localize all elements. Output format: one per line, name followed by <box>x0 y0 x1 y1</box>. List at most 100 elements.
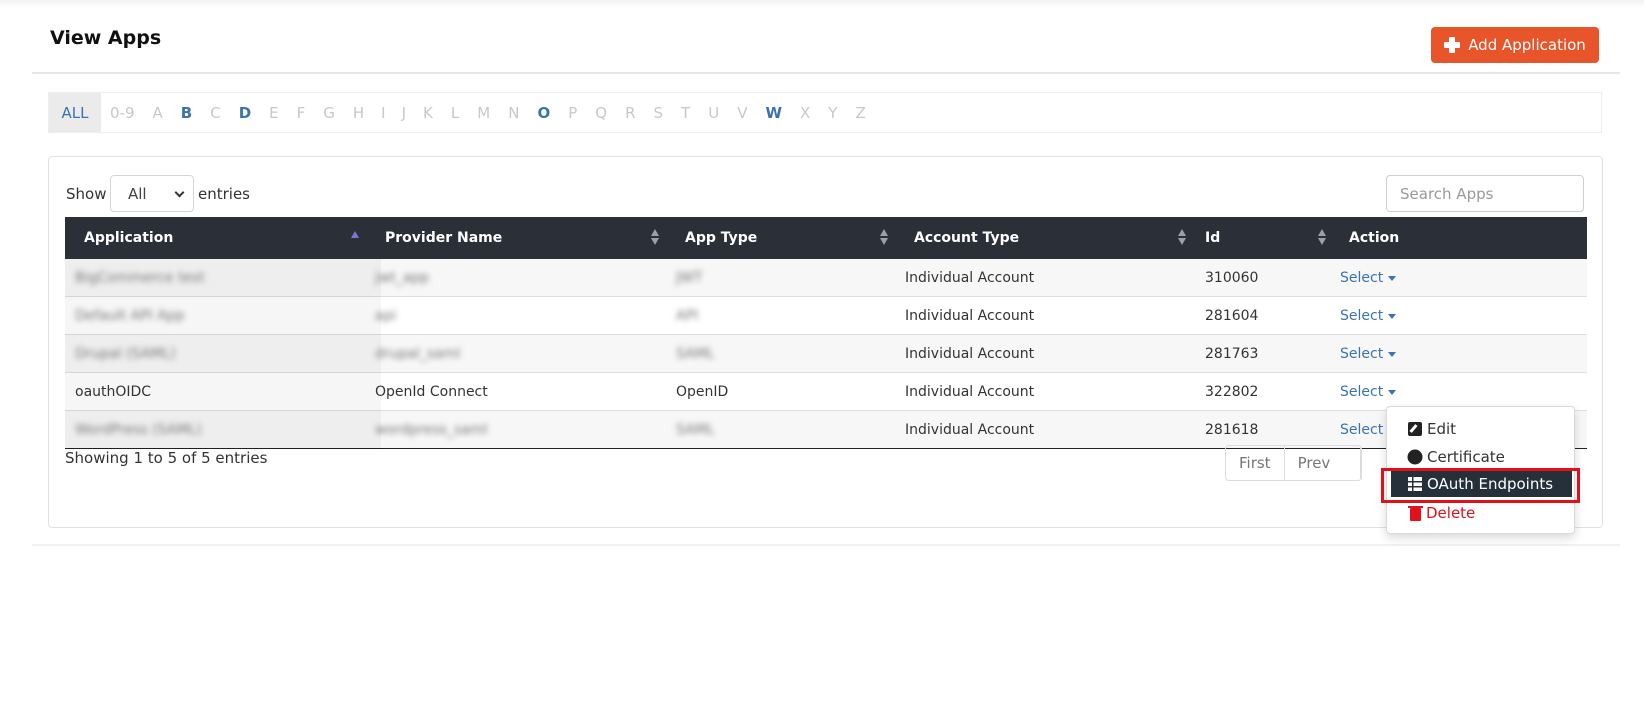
menu-item-oauth-endpoints[interactable]: OAuth Endpoints <box>1391 471 1572 497</box>
top-shadow <box>0 0 1644 8</box>
showing-entries-text: Showing 1 to 5 of 5 entries <box>65 449 268 467</box>
cell-id: 281618 <box>1205 411 1258 449</box>
select-label: Select <box>1340 270 1384 286</box>
alphabet-filter-k[interactable]: K <box>414 93 442 132</box>
caret-down-icon <box>1388 313 1397 319</box>
cell-account-type: Individual Account <box>905 335 1034 373</box>
table-row: Default API App api API Individual Account 2… <box>65 297 1587 335</box>
table-row: oauthOIDC OpenId Connect OpenID Individual … <box>65 373 1587 411</box>
alphabet-filter-q[interactable]: Q <box>586 93 616 132</box>
cell-app-type-text: JWT <box>676 270 703 286</box>
select-label: Select <box>1340 346 1384 362</box>
alphabet-filter-all[interactable]: ALL <box>49 93 101 132</box>
show-label: Show <box>66 185 107 203</box>
alphabet-filter-u[interactable]: U <box>699 93 728 132</box>
cell-application: Default API App <box>75 297 185 335</box>
alphabet-filter-p[interactable]: P <box>559 93 586 132</box>
select-action-dropdown[interactable]: Select <box>1340 384 1397 400</box>
select-label: Select <box>1340 384 1384 400</box>
alphabet-filter-g[interactable]: G <box>314 93 344 132</box>
alphabet-filter-i[interactable]: I <box>373 93 393 132</box>
alphabet-filter-d[interactable]: D <box>230 93 260 132</box>
alphabet-filter-z[interactable]: Z <box>846 93 874 132</box>
pager-first-button[interactable]: First <box>1226 446 1285 480</box>
sort-icon[interactable] <box>1318 229 1326 247</box>
table-icon <box>1408 477 1422 491</box>
column-header-provider-name[interactable]: Provider Name <box>385 217 502 259</box>
alphabet-filter-f[interactable]: F <box>288 93 315 132</box>
cell-id-text: 281604 <box>1205 308 1259 324</box>
alphabet-filter-n[interactable]: N <box>499 93 528 132</box>
divider <box>32 544 1620 546</box>
cell-app-type: SAML <box>676 335 715 373</box>
cell-application: BigCommerce test <box>75 259 205 297</box>
cell-application-text: WordPress (SAML) <box>75 422 202 438</box>
select-label: Select <box>1340 308 1384 324</box>
cell-id: 281604 <box>1205 297 1258 335</box>
page-title: View Apps <box>50 27 162 49</box>
action-dropdown-menu: Edit Certificate OAuth Endpoints Delete <box>1386 406 1575 534</box>
column-header-id[interactable]: Id <box>1205 217 1220 259</box>
alphabet-filter-j[interactable]: J <box>394 93 414 132</box>
cell-app-type: JWT <box>676 259 703 297</box>
caret-down-icon <box>1388 389 1397 395</box>
alphabet-filter-b[interactable]: B <box>172 93 201 132</box>
alphabet-filter-w[interactable]: W <box>756 93 791 132</box>
cell-id: 310060 <box>1205 259 1258 297</box>
select-action-dropdown[interactable]: Select <box>1340 346 1397 362</box>
alphabet-filter-l[interactable]: L <box>442 93 468 132</box>
add-application-button[interactable]: Add Application <box>1431 27 1599 63</box>
sort-ascending-icon[interactable] <box>351 229 359 247</box>
sort-icon[interactable] <box>651 229 659 247</box>
cell-account-type-text: Individual Account <box>905 422 1035 438</box>
alphabet-filter-x[interactable]: X <box>791 93 819 132</box>
cell-application-text: oauthOIDC <box>75 384 152 400</box>
alphabet-filter-e[interactable]: E <box>260 93 287 132</box>
menu-item-delete[interactable]: Delete <box>1387 499 1574 527</box>
cell-account-type-text: Individual Account <box>905 270 1035 286</box>
table-row: WordPress (SAML) wordpress_saml SAML Indivi… <box>65 411 1587 449</box>
cell-application-text: Drupal (SAML) <box>75 346 176 362</box>
table-body: BigCommerce test jwt_app JWT Individual Acc… <box>65 259 1587 449</box>
pagination: First Prev <box>1225 445 1363 481</box>
alphabet-filter-0-9[interactable]: 0-9 <box>101 93 144 132</box>
cell-action: Select <box>1340 297 1397 335</box>
pager-prev-button[interactable]: Prev <box>1285 446 1362 480</box>
sort-icon[interactable] <box>1178 229 1186 247</box>
column-header-account-type[interactable]: Account Type <box>914 217 1019 259</box>
page-size-select[interactable]: All <box>110 175 194 212</box>
cell-app-type-text: SAML <box>676 422 715 438</box>
alphabet-filter-t[interactable]: T <box>672 93 699 132</box>
alphabet-filter-y[interactable]: Y <box>819 93 846 132</box>
select-action-dropdown[interactable]: Select <box>1340 270 1397 286</box>
cell-provider-name-text: api <box>375 308 397 324</box>
cell-id: 322802 <box>1205 373 1258 411</box>
cell-account-type: Individual Account <box>905 259 1034 297</box>
alphabet-filter-o[interactable]: O <box>528 93 559 132</box>
cell-account-type-text: Individual Account <box>905 384 1035 400</box>
cell-account-type-text: Individual Account <box>905 346 1035 362</box>
column-header-app-type[interactable]: App Type <box>685 217 757 259</box>
alphabet-filter-s[interactable]: S <box>645 93 673 132</box>
certificate-icon <box>1409 451 1421 463</box>
alphabet-filter-r[interactable]: R <box>616 93 644 132</box>
cell-application: Drupal (SAML) <box>75 335 176 373</box>
menu-item-certificate[interactable]: Certificate <box>1387 443 1574 471</box>
alphabet-filter-m[interactable]: M <box>468 93 499 132</box>
alphabet-filter-c[interactable]: C <box>201 93 229 132</box>
cell-app-type: SAML <box>676 411 715 449</box>
column-header-application[interactable]: Application <box>84 217 173 259</box>
select-action-dropdown[interactable]: Select <box>1340 308 1397 324</box>
search-apps-input[interactable] <box>1386 175 1584 212</box>
cell-account-type: Individual Account <box>905 411 1034 449</box>
alphabet-filter-v[interactable]: V <box>728 93 756 132</box>
select-label: Select <box>1340 422 1384 438</box>
alphabet-filter-h[interactable]: H <box>344 93 373 132</box>
menu-item-label: Certificate <box>1427 448 1505 466</box>
alphabet-filter-a[interactable]: A <box>144 93 172 132</box>
entries-label: entries <box>198 185 250 203</box>
cell-id-text: 281618 <box>1205 422 1259 438</box>
cell-provider-name: OpenId Connect <box>375 373 488 411</box>
sort-icon[interactable] <box>880 229 888 247</box>
menu-item-edit[interactable]: Edit <box>1387 415 1574 443</box>
